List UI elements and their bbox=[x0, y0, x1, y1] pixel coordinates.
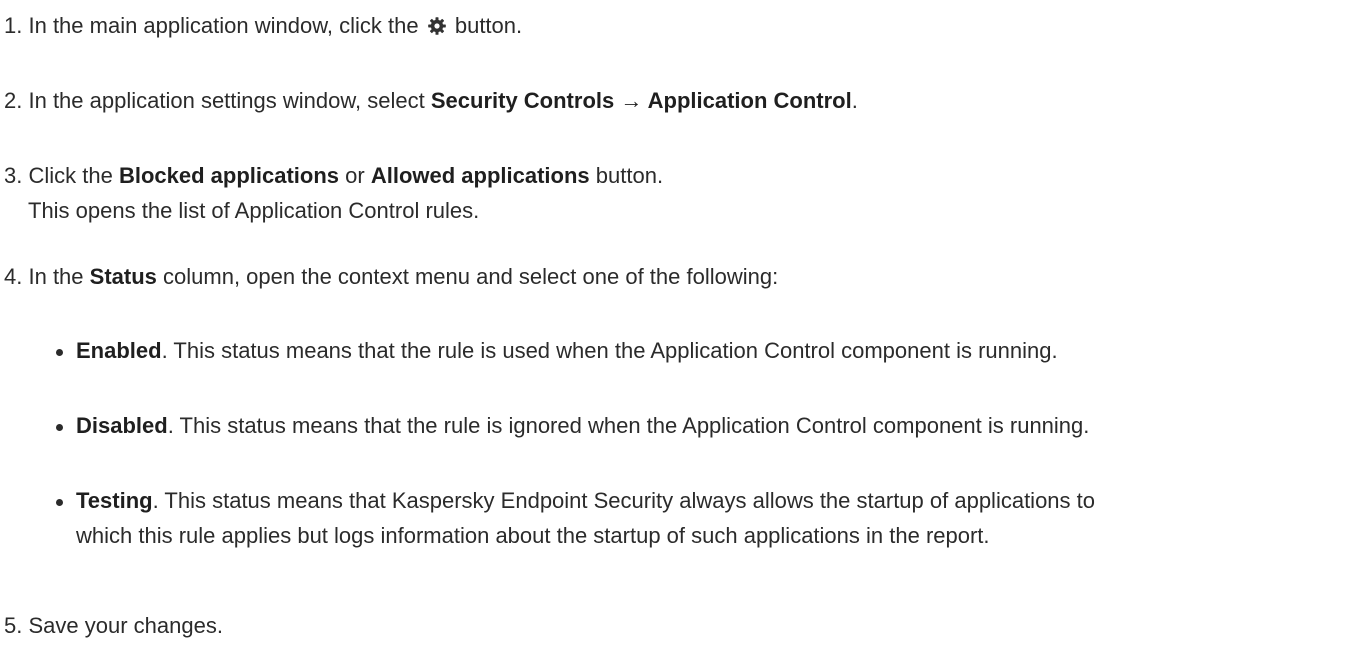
option-enabled: Enabled. This status means that the rule… bbox=[76, 336, 1058, 366]
step-text: In the main application window, click th… bbox=[28, 13, 419, 38]
step-1: 1. In the main application window, click… bbox=[4, 11, 522, 41]
step-text: button. bbox=[454, 13, 523, 38]
step-text: In the application settings window, sele… bbox=[28, 88, 425, 113]
step-number: 4. bbox=[4, 264, 23, 289]
ui-path: Security Controls → Application Control bbox=[430, 88, 852, 113]
step-5: 5. Save your changes. bbox=[4, 611, 223, 641]
step-4: 4. In the Status column, open the contex… bbox=[4, 262, 778, 292]
step-text: In the bbox=[28, 264, 84, 289]
option-testing-continued: which this rule applies but logs informa… bbox=[76, 523, 990, 548]
option-term: Enabled bbox=[76, 338, 162, 363]
step-text: or bbox=[345, 163, 365, 188]
step-text: Click the bbox=[28, 163, 113, 188]
step-number: 5. bbox=[4, 613, 23, 638]
step-text: . bbox=[851, 88, 858, 113]
option-description: . This status means that the rule is use… bbox=[161, 338, 1058, 363]
step-text: Save your changes. bbox=[28, 613, 223, 638]
step-number: 1. bbox=[4, 13, 23, 38]
step-number: 3. bbox=[4, 163, 23, 188]
step-number: 2. bbox=[4, 88, 23, 113]
option-disabled: Disabled. This status means that the rul… bbox=[76, 411, 1089, 441]
bullet-icon bbox=[56, 349, 63, 356]
ui-button-name: Allowed applications bbox=[370, 163, 590, 188]
ui-button-name: Blocked applications bbox=[118, 163, 340, 188]
option-testing: Testing. This status means that Kaspersk… bbox=[76, 486, 1095, 516]
option-description: . This status means that the rule is ign… bbox=[167, 413, 1090, 438]
step-text: column, open the context menu and select… bbox=[163, 264, 779, 289]
step-text: button. bbox=[595, 163, 664, 188]
ui-column-name: Status bbox=[89, 264, 157, 289]
bullet-icon bbox=[56, 424, 63, 431]
option-term: Testing bbox=[76, 488, 153, 513]
option-description: . This status means that Kaspersky Endpo… bbox=[152, 488, 1095, 513]
gear-icon bbox=[427, 14, 447, 35]
step-2: 2. In the application settings window, s… bbox=[4, 86, 858, 116]
bullet-icon bbox=[56, 499, 63, 506]
option-term: Disabled bbox=[76, 413, 168, 438]
step-3: 3. Click the Blocked applications or All… bbox=[4, 161, 663, 191]
step-3-note: This opens the list of Application Contr… bbox=[28, 198, 480, 223]
